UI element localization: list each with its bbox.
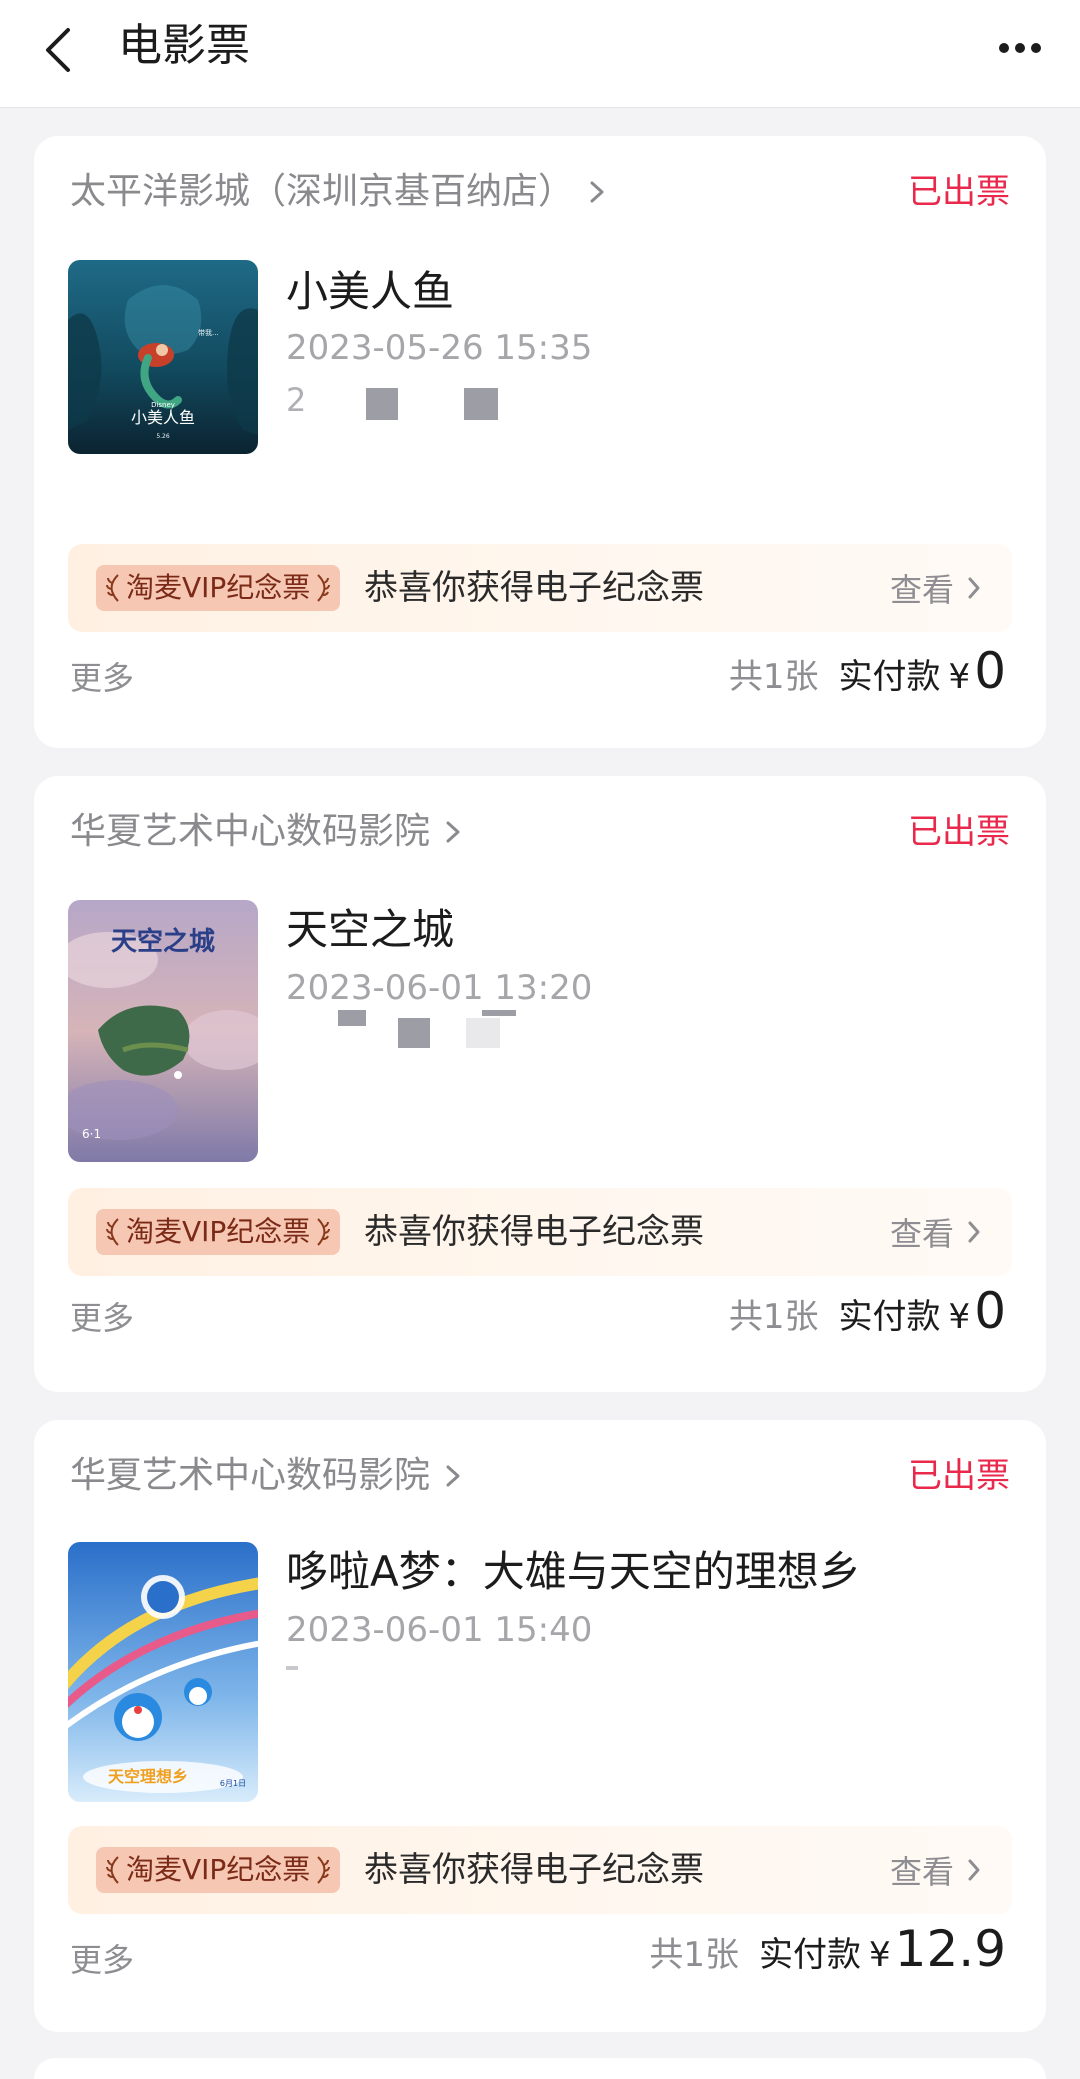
order-card-partial	[34, 2058, 1046, 2079]
badge-label: 淘麦VIP纪念票	[126, 571, 311, 604]
view-label: 查看	[889, 1215, 954, 1253]
cinema-link[interactable]: 太平洋影城（深圳京基百纳店）	[70, 170, 608, 214]
order-card[interactable]: 华夏艺术中心数码影院 已出票 天空理想乡 6月1日 哆啦A梦：大雄与天空的理想乡…	[34, 1420, 1046, 2032]
more-options-button[interactable]	[980, 22, 1060, 74]
svg-text:5.26: 5.26	[156, 433, 170, 440]
vip-souvenir-badge: 淘麦VIP纪念票	[96, 1209, 341, 1255]
souvenir-message: 恭喜你获得电子纪念票	[364, 1850, 704, 1890]
laurel-right-icon	[317, 1218, 331, 1246]
svg-text:小美人鱼: 小美人鱼	[131, 408, 195, 427]
redaction-mask	[338, 1010, 366, 1026]
movie-poster[interactable]: 天空之城 6·1	[68, 900, 258, 1162]
souvenir-ticket-bar[interactable]: 淘麦VIP纪念票 恭喜你获得电子纪念票 查看	[68, 1826, 1012, 1914]
paid-label: 实付款	[838, 1297, 941, 1337]
seat-info	[286, 996, 586, 1048]
svg-text:天空之城: 天空之城	[111, 926, 215, 957]
cinema-name: 太平洋影城（深圳京基百纳店）	[70, 171, 575, 212]
order-card[interactable]: 太平洋影城（深圳京基百纳店） 已出票 带我... Disney 小美人鱼 5.2…	[34, 136, 1046, 748]
view-souvenir-link[interactable]: 查看	[890, 544, 982, 632]
chevron-left-icon	[46, 28, 70, 72]
movie-title: 小美人鱼	[286, 267, 455, 316]
payment-summary: 共1张 实付款 ¥ 0	[729, 642, 1006, 702]
paid-label: 实付款	[838, 657, 941, 697]
redaction-mask	[398, 1018, 430, 1048]
view-label: 查看	[889, 1853, 954, 1891]
paid-amount: 0	[974, 642, 1006, 700]
movie-poster[interactable]: 天空理想乡 6月1日	[68, 1542, 258, 1802]
poster-doraemon-icon: 天空理想乡 6月1日	[68, 1542, 258, 1802]
poster-castle-in-the-sky-icon: 天空之城 6·1	[68, 900, 258, 1162]
order-card[interactable]: 华夏艺术中心数码影院 已出票 天空之城 6·1 天空之城 2023-06-01 …	[34, 776, 1046, 1392]
chevron-right-icon	[968, 1859, 980, 1881]
svg-text:6·1: 6·1	[82, 1127, 101, 1141]
redaction-mask	[366, 388, 398, 420]
chevron-right-icon	[968, 577, 980, 599]
movie-title: 天空之城	[286, 905, 455, 954]
cinema-name: 华夏艺术中心数码影院	[70, 1455, 431, 1496]
seat-partial-text: 2	[286, 381, 307, 419]
laurel-left-icon	[106, 1218, 119, 1246]
currency-symbol: ¥	[948, 657, 971, 697]
currency-symbol: ¥	[869, 1935, 891, 1975]
status-badge: 已出票	[908, 172, 1010, 212]
ticket-count: 共1张	[728, 657, 819, 697]
souvenir-ticket-bar[interactable]: 淘麦VIP纪念票 恭喜你获得电子纪念票 查看	[68, 1188, 1012, 1276]
cinema-name: 华夏艺术中心数码影院	[70, 811, 431, 852]
seat-info: 2	[286, 380, 586, 420]
paid-amount: 0	[974, 1282, 1006, 1340]
view-label: 查看	[889, 571, 954, 609]
laurel-right-icon	[317, 574, 331, 602]
laurel-right-icon	[317, 1856, 331, 1884]
ticket-count: 共1张	[728, 1297, 819, 1337]
more-dots-icon	[999, 43, 1041, 53]
payment-summary: 共1张 实付款 ¥ 0	[729, 1282, 1006, 1342]
souvenir-message: 恭喜你获得电子纪念票	[364, 1212, 704, 1252]
showtime: 2023-05-26 15:35	[286, 328, 593, 368]
laurel-left-icon	[106, 574, 119, 602]
svg-text:天空理想乡: 天空理想乡	[108, 1767, 188, 1786]
laurel-left-icon	[106, 1856, 119, 1884]
more-link[interactable]: 更多	[70, 656, 134, 700]
more-link[interactable]: 更多	[70, 1938, 134, 1982]
souvenir-ticket-bar[interactable]: 淘麦VIP纪念票 恭喜你获得电子纪念票 查看	[68, 544, 1012, 632]
chevron-right-icon	[968, 1221, 980, 1243]
svg-text:6月1日: 6月1日	[220, 1779, 246, 1788]
movie-title: 哆啦A梦：大雄与天空的理想乡	[286, 1547, 861, 1596]
redaction-mask	[482, 1010, 516, 1016]
seat-info	[286, 1658, 586, 1698]
paid-amount: 12.9	[894, 1920, 1006, 1978]
redaction-mask	[466, 1018, 500, 1048]
vip-souvenir-badge: 淘麦VIP纪念票	[96, 565, 341, 611]
souvenir-message: 恭喜你获得电子纪念票	[364, 568, 704, 608]
ticket-count: 共1张	[649, 1935, 740, 1975]
chevron-right-icon	[590, 181, 604, 203]
currency-symbol: ¥	[948, 1297, 971, 1337]
redaction-mask	[464, 388, 498, 420]
movie-poster[interactable]: 带我... Disney 小美人鱼 5.26	[68, 260, 258, 454]
chevron-right-icon	[446, 1465, 460, 1487]
view-souvenir-link[interactable]: 查看	[890, 1188, 982, 1276]
more-link[interactable]: 更多	[70, 1296, 134, 1340]
redaction-mask	[286, 1666, 298, 1670]
vip-souvenir-badge: 淘麦VIP纪念票	[96, 1847, 341, 1893]
status-badge: 已出票	[908, 812, 1010, 852]
payment-summary: 共1张 实付款 ¥ 12.9	[649, 1920, 1006, 1980]
badge-label: 淘麦VIP纪念票	[126, 1215, 311, 1248]
svg-text:带我...: 带我...	[198, 328, 219, 337]
badge-label: 淘麦VIP纪念票	[126, 1853, 311, 1886]
cinema-link[interactable]: 华夏艺术中心数码影院	[70, 810, 464, 854]
showtime: 2023-06-01 15:40	[286, 1610, 593, 1650]
chevron-right-icon	[446, 821, 460, 843]
cinema-link[interactable]: 华夏艺术中心数码影院	[70, 1454, 464, 1498]
back-button[interactable]	[30, 20, 90, 80]
paid-label: 实付款	[759, 1935, 862, 1975]
status-badge: 已出票	[908, 1456, 1010, 1496]
view-souvenir-link[interactable]: 查看	[890, 1826, 982, 1914]
top-bar: 电影票	[0, 0, 1080, 108]
poster-little-mermaid-icon: 带我... Disney 小美人鱼 5.26	[68, 260, 258, 454]
page-title: 电影票	[118, 20, 250, 71]
